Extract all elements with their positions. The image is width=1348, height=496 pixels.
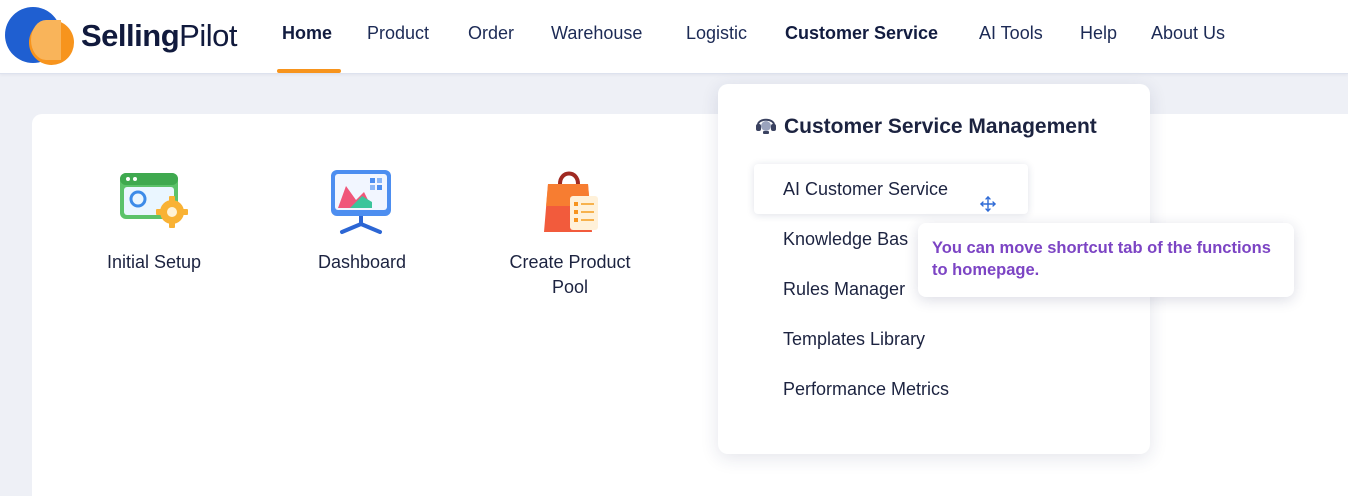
presentation-board-icon <box>322 166 402 238</box>
home-shortcuts-card: Initial Setup Dashboard Create Product P… <box>32 114 1348 496</box>
menu-item-templates-library[interactable]: Templates Library <box>754 314 925 364</box>
top-navigation-bar: SellingPilot Home Product Order Warehous… <box>0 0 1348 74</box>
active-tab-indicator <box>277 69 341 73</box>
menu-item-label: AI Customer Service <box>783 179 949 199</box>
nav-about-us[interactable]: About Us <box>1151 23 1225 44</box>
nav-help[interactable]: Help <box>1080 23 1117 44</box>
dropdown-title: Customer Service Management <box>754 112 1097 139</box>
menu-item-performance-metrics[interactable]: Performance Metrics <box>754 364 949 414</box>
shortcut-initial-setup[interactable]: Initial Setup <box>74 166 234 275</box>
shortcut-label: Create Product Pool <box>509 252 631 297</box>
headset-icon <box>754 112 778 136</box>
nav-order[interactable]: Order <box>468 23 514 44</box>
move-shortcut-tooltip: You can move shortcut tab of the functio… <box>918 223 1294 297</box>
nav-warehouse[interactable]: Warehouse <box>551 23 642 44</box>
nav-home[interactable]: Home <box>282 23 332 44</box>
shortcut-dashboard[interactable]: Dashboard <box>282 166 442 275</box>
shortcut-label: Dashboard <box>317 252 407 272</box>
shopping-bag-icon <box>530 166 610 238</box>
nav-customer-service[interactable]: Customer Service <box>785 23 938 44</box>
brand-logo[interactable]: SellingPilot <box>5 6 255 65</box>
move-arrows-icon[interactable] <box>980 181 996 212</box>
menu-item-knowledge-base[interactable]: Knowledge Bas <box>754 214 908 264</box>
logo-mark-icon <box>5 6 75 65</box>
settings-window-icon <box>114 166 194 238</box>
menu-item-ai-customer-service[interactable]: AI Customer Service <box>754 164 1028 214</box>
shortcut-create-product-pool[interactable]: Create Product Pool <box>490 166 650 300</box>
nav-logistic[interactable]: Logistic <box>686 23 747 44</box>
brand-name: SellingPilot <box>81 18 237 53</box>
shortcut-label: Initial Setup <box>106 252 202 272</box>
nav-ai-tools[interactable]: AI Tools <box>979 23 1043 44</box>
menu-item-rules-manager[interactable]: Rules Manager <box>754 264 905 314</box>
nav-product[interactable]: Product <box>367 23 429 44</box>
